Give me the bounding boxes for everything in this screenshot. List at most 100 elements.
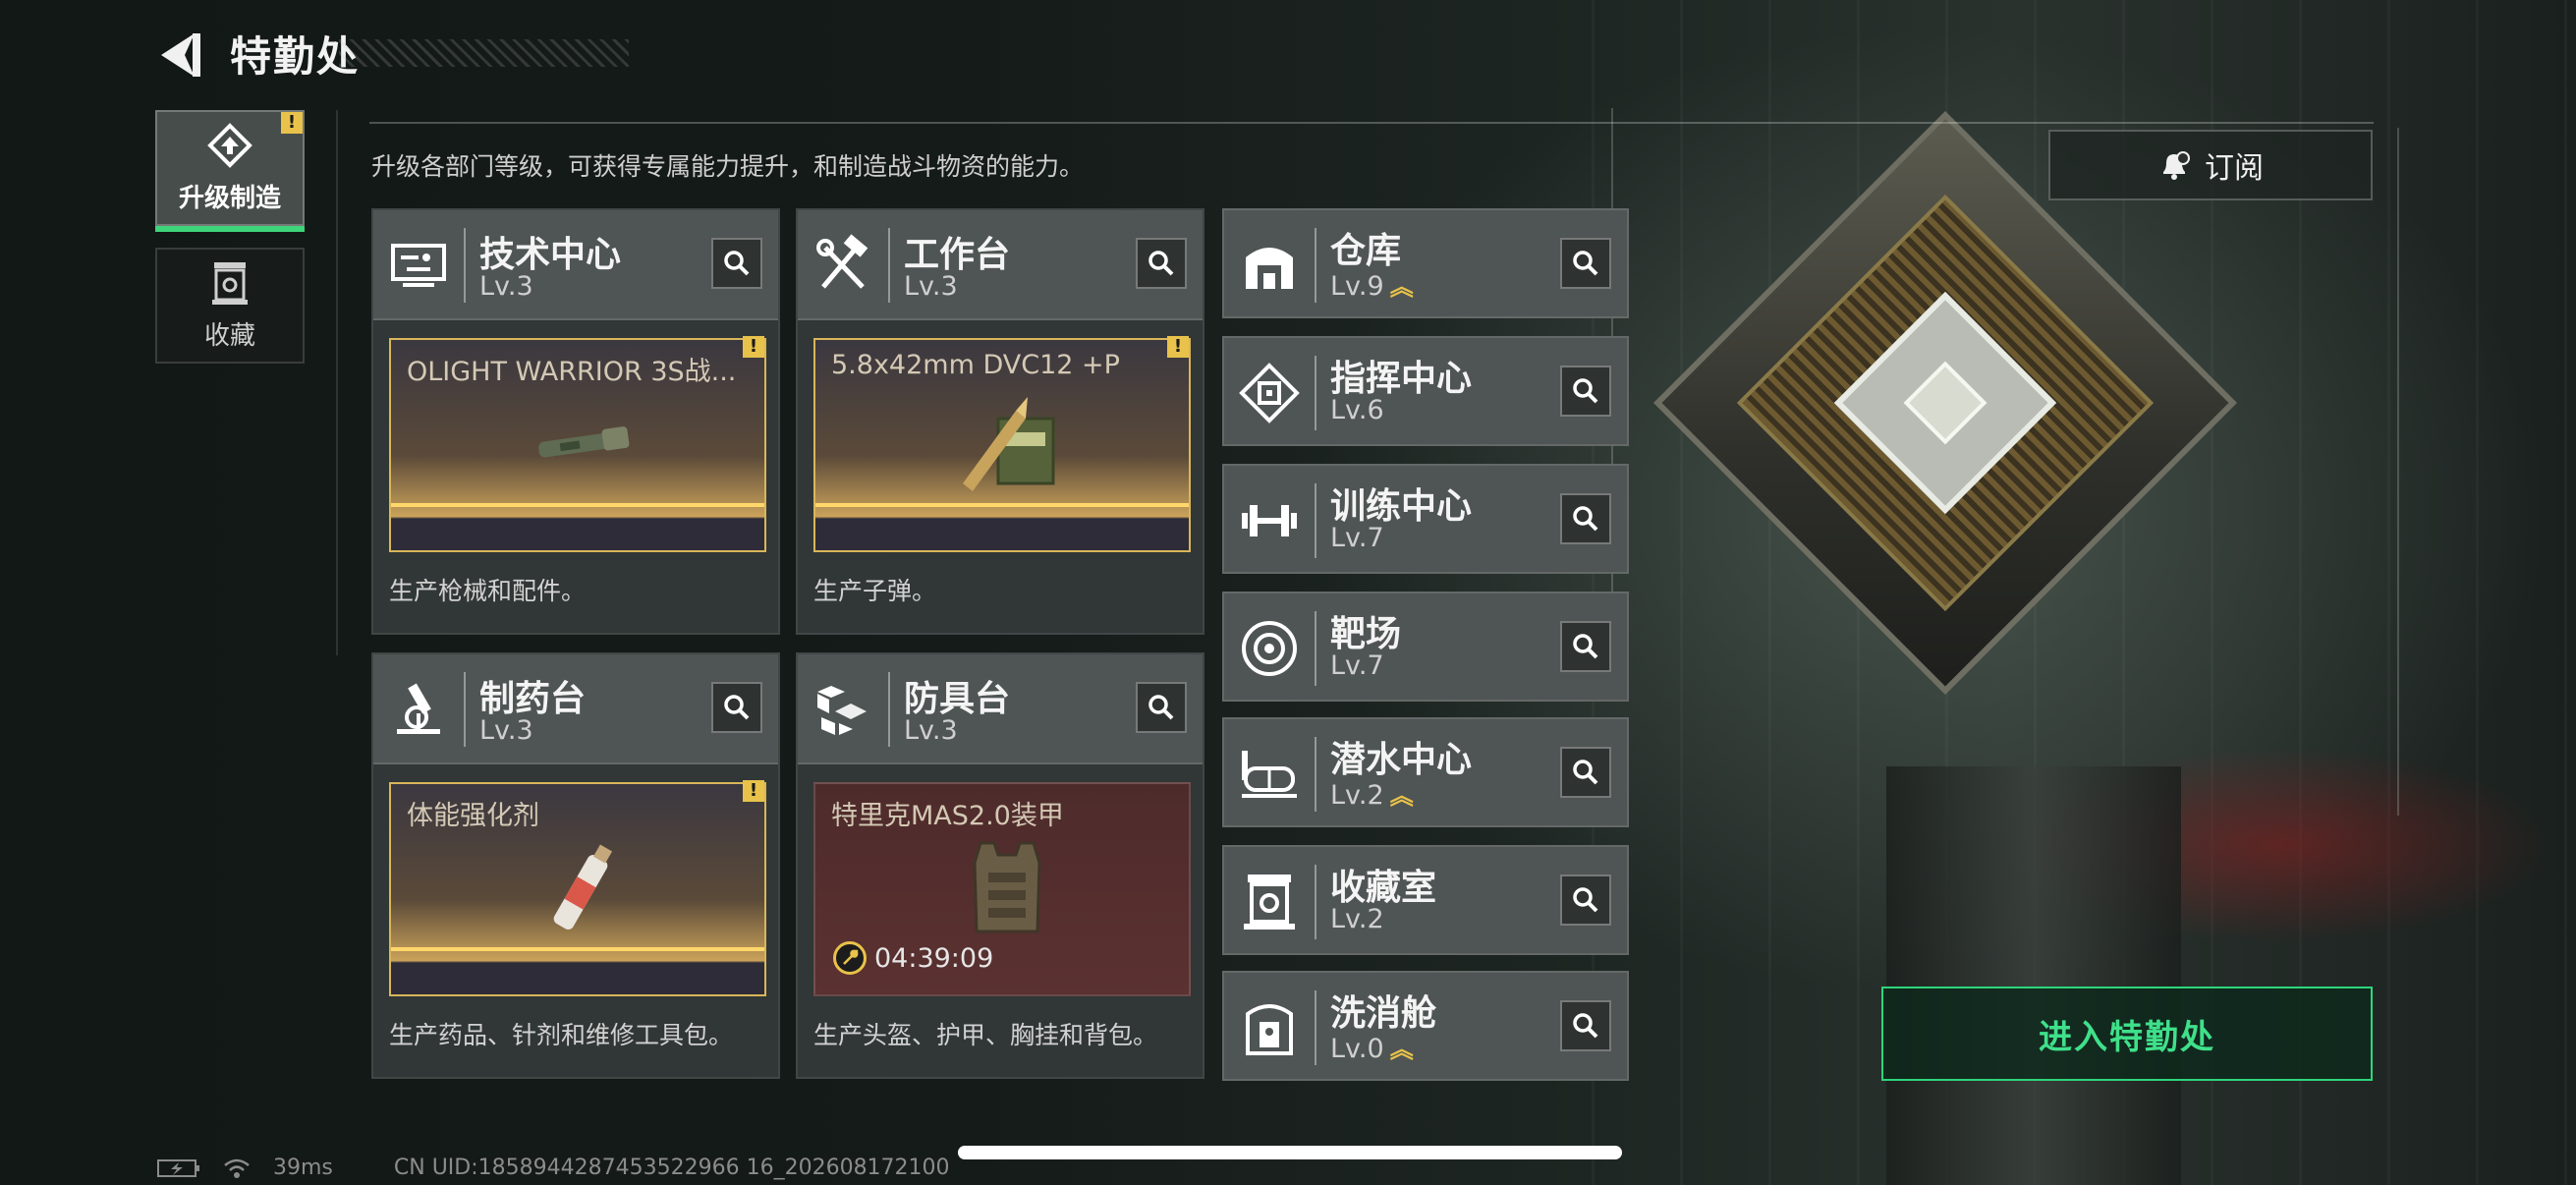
collection-room-icon (1244, 875, 1295, 930)
header-divider (369, 122, 2374, 124)
dept-name: 收藏室 (1330, 868, 1437, 908)
search-icon (1573, 887, 1598, 913)
search-button[interactable] (1560, 1000, 1611, 1051)
search-icon (724, 695, 750, 720)
dept-card-workbench: 工作台 Lv.3 5.8x42mm DVC12 +P ! 生产子弹。 (796, 208, 1204, 635)
dept-card-tech-center: 技术中心 Lv.3 OLIGHT WARRIOR 3S战... ! 生产枪械和配… (371, 208, 780, 635)
ping-value: 39ms (273, 1156, 333, 1180)
dept-description: 生产药品、针剂和维修工具包。 (389, 1021, 734, 1049)
dept-name: 训练中心 (1330, 486, 1473, 527)
upgrade-available-icon: ︽ (1389, 782, 1414, 810)
collection-icon (212, 261, 248, 305)
dept-header-workbench[interactable]: 工作台 Lv.3 (798, 210, 1203, 320)
search-icon (1573, 760, 1598, 785)
search-button[interactable] (1560, 493, 1611, 544)
dept-name: 技术中心 (479, 235, 622, 275)
product-name: 体能强化剂 (407, 801, 539, 831)
dept-level: Lv.7 (1330, 650, 1384, 681)
bell-icon (2163, 151, 2190, 180)
back-button[interactable] (155, 28, 204, 83)
production-timer: 04:39:09 (833, 941, 993, 975)
search-icon (1573, 378, 1598, 404)
armor-bench-icon (817, 686, 867, 735)
dept-card-armor-bench: 防具台 Lv.3 特里克MAS2.0装甲 04:39:09 生产头盔、护甲、胸挂… (796, 652, 1204, 1079)
dept-card-warehouse[interactable]: 仓库 Lv.9 ︽ (1222, 208, 1629, 318)
dept-description: 生产头盔、护甲、胸挂和背包。 (813, 1021, 1158, 1049)
search-icon (1573, 634, 1598, 659)
production-slot[interactable]: 5.8x42mm DVC12 +P (813, 338, 1191, 552)
search-icon (1148, 695, 1174, 720)
search-icon (1573, 1013, 1598, 1039)
dept-description: 生产子弹。 (813, 577, 937, 605)
dept-level: Lv.6 (1330, 395, 1384, 425)
warning-badge: ! (743, 336, 764, 358)
product-name: 5.8x42mm DVC12 +P (831, 350, 1120, 380)
enter-special-ops-button[interactable]: 进入特勤处 (1881, 987, 2373, 1081)
warning-badge: ! (281, 112, 303, 134)
home-indicator[interactable] (958, 1146, 1622, 1159)
dept-card-shooting-range[interactable]: 靶场 Lv.7 (1222, 592, 1629, 702)
search-button[interactable] (1560, 238, 1611, 289)
ammo-box-image (963, 397, 1055, 491)
warning-badge: ! (743, 780, 764, 802)
flashlight-image (538, 426, 630, 458)
microscope-icon (397, 683, 440, 734)
warning-badge: ! (1167, 336, 1189, 358)
dept-level: Lv.3 (479, 271, 533, 302)
search-button[interactable] (1560, 621, 1611, 672)
nav-divider (336, 110, 338, 655)
target-icon (1242, 621, 1297, 676)
user-uid: CN UID:1858944287453522966 16_2026081721… (393, 1156, 950, 1180)
dept-level: Lv.3 (904, 271, 958, 302)
dept-level: Lv.9 ︽ (1330, 271, 1414, 302)
dept-header-armor-bench[interactable]: 防具台 Lv.3 (798, 654, 1203, 764)
tech-center-icon (391, 244, 446, 287)
dept-card-decon-chamber[interactable]: 洗消舱 Lv.0 ︽ (1222, 971, 1629, 1081)
dept-level: Lv.3 (904, 715, 958, 746)
search-button[interactable] (1560, 747, 1611, 798)
dept-card-training-center[interactable]: 训练中心 Lv.7 (1222, 464, 1629, 574)
search-button[interactable] (1560, 366, 1611, 417)
command-center-icon (1239, 363, 1300, 423)
dept-header-pharmacy[interactable]: 制药台 Lv.3 (373, 654, 778, 764)
diving-mask-icon (1242, 751, 1297, 798)
dept-name: 工作台 (904, 235, 1011, 275)
decon-chamber-icon (1246, 1004, 1293, 1055)
search-button[interactable] (711, 682, 762, 733)
subscribe-label: 订阅 (2205, 151, 2264, 186)
nav-collection[interactable]: 收藏 (155, 248, 305, 364)
product-name: OLIGHT WARRIOR 3S战... (407, 357, 737, 387)
search-icon (1573, 506, 1598, 532)
status-bar: 39ms CN UID:1858944287453522966 16_20260… (157, 1156, 950, 1180)
production-slot[interactable]: OLIGHT WARRIOR 3S战... (389, 338, 766, 552)
production-slot[interactable]: 体能强化剂 (389, 782, 766, 996)
body-armor-image (973, 841, 1041, 933)
dept-card-collection-room[interactable]: 收藏室 Lv.2 (1222, 845, 1629, 955)
nav-upgrade-craft[interactable]: 升级制造 ! (155, 110, 305, 232)
search-button[interactable] (1136, 238, 1187, 289)
dept-card-diving-center[interactable]: 潜水中心 Lv.2 ︽ (1222, 717, 1629, 827)
section-description: 升级各部门等级，可获得专属能力提升，和制造战斗物资的能力。 (371, 152, 1085, 181)
nav-upgrade-label: 升级制造 (178, 183, 281, 213)
search-icon (1148, 251, 1174, 276)
dept-level: Lv.3 (479, 715, 533, 746)
dept-header-tech-center[interactable]: 技术中心 Lv.3 (373, 210, 778, 320)
upgrade-available-icon: ︽ (1389, 273, 1414, 301)
upgrade-icon (207, 122, 252, 168)
dept-name: 指挥中心 (1330, 359, 1473, 399)
dept-level: Lv.2 ︽ (1330, 780, 1414, 811)
search-button[interactable] (711, 238, 762, 289)
subscribe-button[interactable]: 订阅 (2048, 130, 2373, 200)
search-button[interactable] (1136, 682, 1187, 733)
production-slot-in-progress[interactable]: 特里克MAS2.0装甲 04:39:09 (813, 782, 1191, 996)
decor-line (2397, 128, 2399, 816)
dept-name: 制药台 (479, 679, 587, 719)
dept-card-command-center[interactable]: 指挥中心 Lv.6 (1222, 336, 1629, 446)
battery-charging-icon (157, 1158, 199, 1177)
warehouse-icon (1246, 248, 1293, 289)
wifi-icon (224, 1158, 250, 1178)
dept-name: 仓库 (1330, 231, 1402, 271)
search-button[interactable] (1560, 875, 1611, 926)
dept-name: 防具台 (904, 679, 1011, 719)
workbench-icon (816, 234, 868, 289)
